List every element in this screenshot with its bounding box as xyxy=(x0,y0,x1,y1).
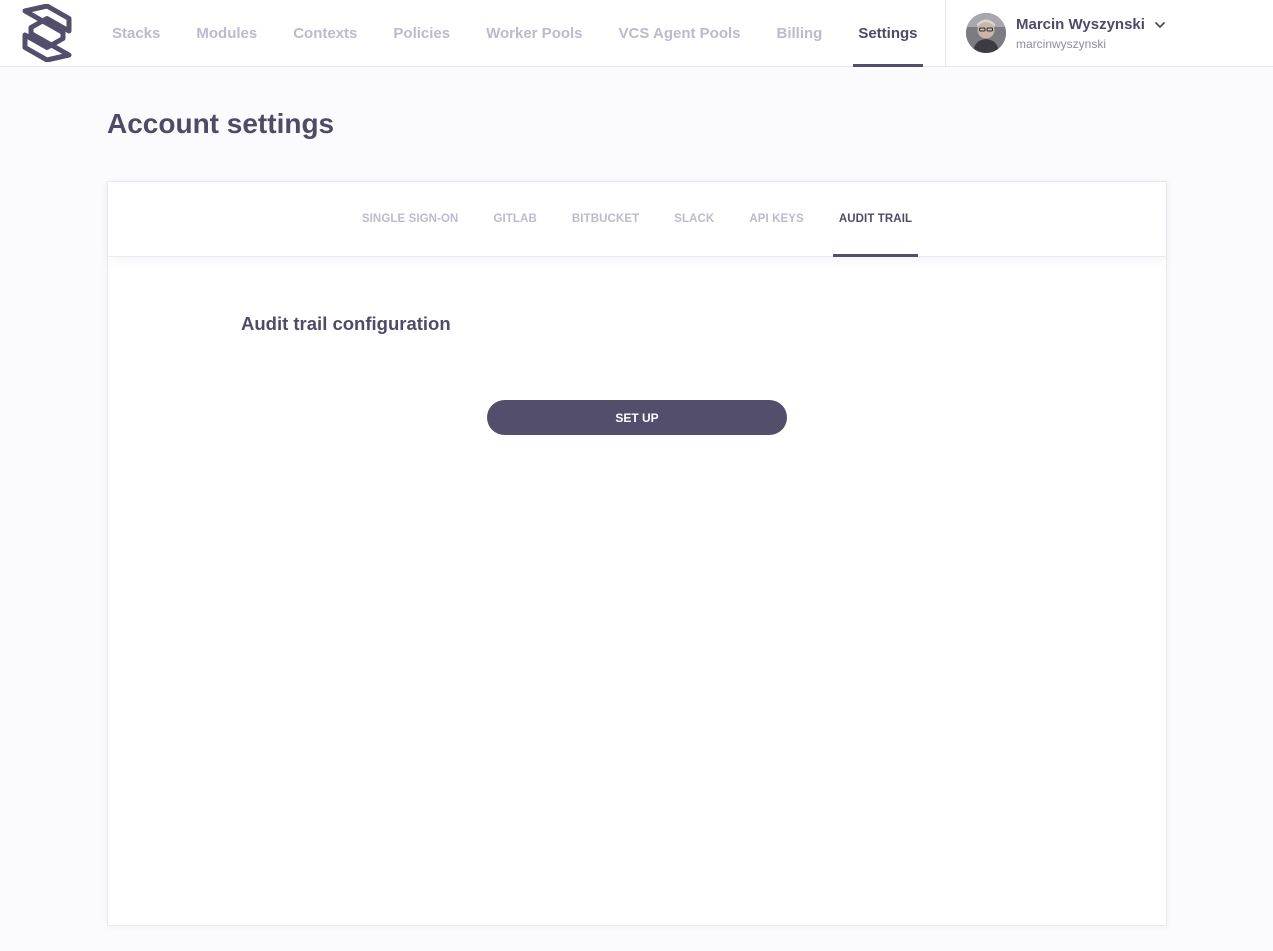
audit-trail-title: Audit trail configuration xyxy=(241,313,451,334)
tab-label: API KEYS xyxy=(749,213,804,225)
nav-item-label: Modules xyxy=(196,25,258,42)
nav-item-label: Policies xyxy=(393,25,451,42)
user-avatar xyxy=(966,13,1006,53)
nav-item-settings[interactable]: Settings xyxy=(840,0,935,67)
tab-label: AUDIT TRAIL xyxy=(838,213,913,225)
settings-tabs: SINGLE SIGN-ON GITLAB BITBUCKET SLACK AP… xyxy=(108,182,1166,257)
nav-item-label: VCS Agent Pools xyxy=(618,25,741,42)
tab-label: BITBUCKET xyxy=(571,213,640,225)
nav-item-vcs-agent-pools[interactable]: VCS Agent Pools xyxy=(601,0,759,67)
user-name: Marcin Wyszynski xyxy=(1016,15,1145,33)
tab-audit-trail[interactable]: AUDIT TRAIL xyxy=(821,182,929,257)
user-handle: marcinwyszynski xyxy=(1016,36,1107,51)
spacelift-logo-icon[interactable] xyxy=(22,3,72,63)
nav-item-worker-pools[interactable]: Worker Pools xyxy=(468,0,600,67)
nav-divider xyxy=(945,0,946,67)
nav-item-label: Settings xyxy=(858,25,918,42)
tab-label: SLACK xyxy=(674,213,715,225)
tab-single-sign-on[interactable]: SINGLE SIGN-ON xyxy=(344,182,476,256)
nav-item-policies[interactable]: Policies xyxy=(375,0,468,67)
nav-item-label: Worker Pools xyxy=(486,25,583,42)
user-menu[interactable]: Marcin Wyszynski marcinwyszynski xyxy=(966,11,1166,55)
tab-api-keys[interactable]: API KEYS xyxy=(732,182,821,256)
nav-item-label: Stacks xyxy=(112,25,161,42)
main-nav: Stacks Modules Contexts Policies Worker … xyxy=(94,0,936,67)
nav-item-label: Contexts xyxy=(293,25,358,42)
set-up-button[interactable]: SET UP xyxy=(487,400,787,435)
tab-label: GITLAB xyxy=(493,213,537,225)
page-title: Account settings xyxy=(107,108,335,139)
nav-item-contexts[interactable]: Contexts xyxy=(275,0,375,67)
nav-item-label: Billing xyxy=(776,25,823,42)
tab-slack[interactable]: SLACK xyxy=(657,182,732,256)
chevron-down-icon[interactable] xyxy=(1154,18,1166,30)
tab-label: SINGLE SIGN-ON xyxy=(361,213,459,225)
nav-item-billing[interactable]: Billing xyxy=(759,0,841,67)
nav-item-modules[interactable]: Modules xyxy=(178,0,275,67)
tab-bitbucket[interactable]: BITBUCKET xyxy=(554,182,656,256)
settings-card: SINGLE SIGN-ON GITLAB BITBUCKET SLACK AP… xyxy=(107,181,1167,926)
tab-gitlab[interactable]: GITLAB xyxy=(476,182,554,256)
nav-item-stacks[interactable]: Stacks xyxy=(94,0,178,67)
top-navigation-bar: Stacks Modules Contexts Policies Worker … xyxy=(0,0,1273,67)
